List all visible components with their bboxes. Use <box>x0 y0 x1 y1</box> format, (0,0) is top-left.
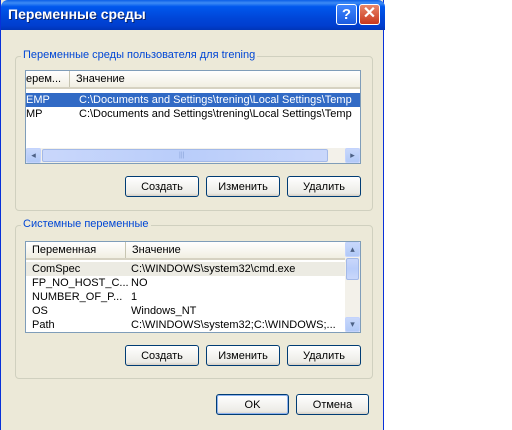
system-delete-button[interactable]: Удалить <box>287 345 361 366</box>
variable-value: 1 <box>131 291 138 303</box>
title-bar[interactable]: Переменные среды ? ✕ <box>1 0 385 30</box>
system-variables-list[interactable]: Переменная Значение ComSpec C:\WINDOWS\s… <box>25 241 361 333</box>
system-edit-button[interactable]: Изменить <box>206 345 280 366</box>
system-variables-label: Системные переменные <box>21 218 151 230</box>
ok-button[interactable]: OK <box>216 394 289 415</box>
variable-name: OS <box>32 305 48 317</box>
cancel-button[interactable]: Отмена <box>296 394 369 415</box>
user-variables-label: Переменные среды пользователя для trenin… <box>21 49 258 61</box>
list-item[interactable]: MP C:\Documents and Settings\trening\Loc… <box>26 107 360 121</box>
table-row[interactable]: FP_NO_HOST_C... NO <box>26 276 345 290</box>
variable-value: C:\WINDOWS\system32;C:\WINDOWS;... <box>131 319 336 331</box>
window-title: Переменные среды <box>8 6 146 22</box>
column-header-name[interactable]: Переменная <box>26 242 126 258</box>
column-header-value[interactable]: Значение <box>70 71 360 87</box>
list-header: Переменная Значение <box>26 242 346 260</box>
scroll-down-icon[interactable]: ▾ <box>345 317 360 332</box>
user-edit-button[interactable]: Изменить <box>206 176 280 197</box>
variable-name: FP_NO_HOST_C... <box>32 277 128 289</box>
variable-name: ComSpec <box>32 263 81 275</box>
user-create-button[interactable]: Создать <box>125 176 199 197</box>
variable-value: Windows_NT <box>131 305 197 317</box>
scroll-left-icon[interactable]: ◂ <box>26 148 41 163</box>
table-row[interactable]: OS Windows_NT <box>26 304 345 318</box>
table-row[interactable]: NUMBER_OF_P... 1 <box>26 290 345 304</box>
scroll-thumb[interactable]: ||| <box>42 149 328 162</box>
variable-value: C:\Documents and Settings\trening\Local … <box>79 94 352 106</box>
scroll-right-icon[interactable]: ▸ <box>345 148 360 163</box>
variable-value: NO <box>131 277 148 289</box>
environment-variables-dialog: Переменные среды ? ✕ Переменные среды по… <box>0 0 385 430</box>
column-header-name[interactable]: ерем... <box>26 71 70 87</box>
variable-name: Path <box>32 319 55 331</box>
column-header-value[interactable]: Значение <box>126 242 346 258</box>
variable-name: EMP <box>26 94 50 106</box>
vertical-scrollbar[interactable]: ▴ ▾ <box>345 242 360 332</box>
variable-value: C:\Documents and Settings\trening\Local … <box>79 108 352 120</box>
grip-icon: ||| <box>179 152 185 159</box>
user-delete-button[interactable]: Удалить <box>287 176 361 197</box>
scroll-thumb[interactable] <box>346 258 359 280</box>
close-icon[interactable]: ✕ <box>359 4 380 25</box>
help-icon[interactable]: ? <box>336 4 357 25</box>
horizontal-scrollbar[interactable]: ◂ ||| ▸ <box>26 148 360 163</box>
list-item[interactable]: EMP C:\Documents and Settings\trening\Lo… <box>26 93 360 107</box>
table-row[interactable]: ComSpec C:\WINDOWS\system32\cmd.exe <box>26 262 345 276</box>
variable-name: MP <box>26 108 43 120</box>
variable-value: C:\WINDOWS\system32\cmd.exe <box>131 263 296 275</box>
variable-name: NUMBER_OF_P... <box>32 291 123 303</box>
table-row[interactable]: Path C:\WINDOWS\system32;C:\WINDOWS;... <box>26 318 345 332</box>
scroll-up-icon[interactable]: ▴ <box>345 242 360 257</box>
list-header: ерем... Значение <box>26 71 360 89</box>
system-create-button[interactable]: Создать <box>125 345 199 366</box>
user-variables-list[interactable]: ерем... Значение EMP C:\Documents and Se… <box>25 70 361 164</box>
